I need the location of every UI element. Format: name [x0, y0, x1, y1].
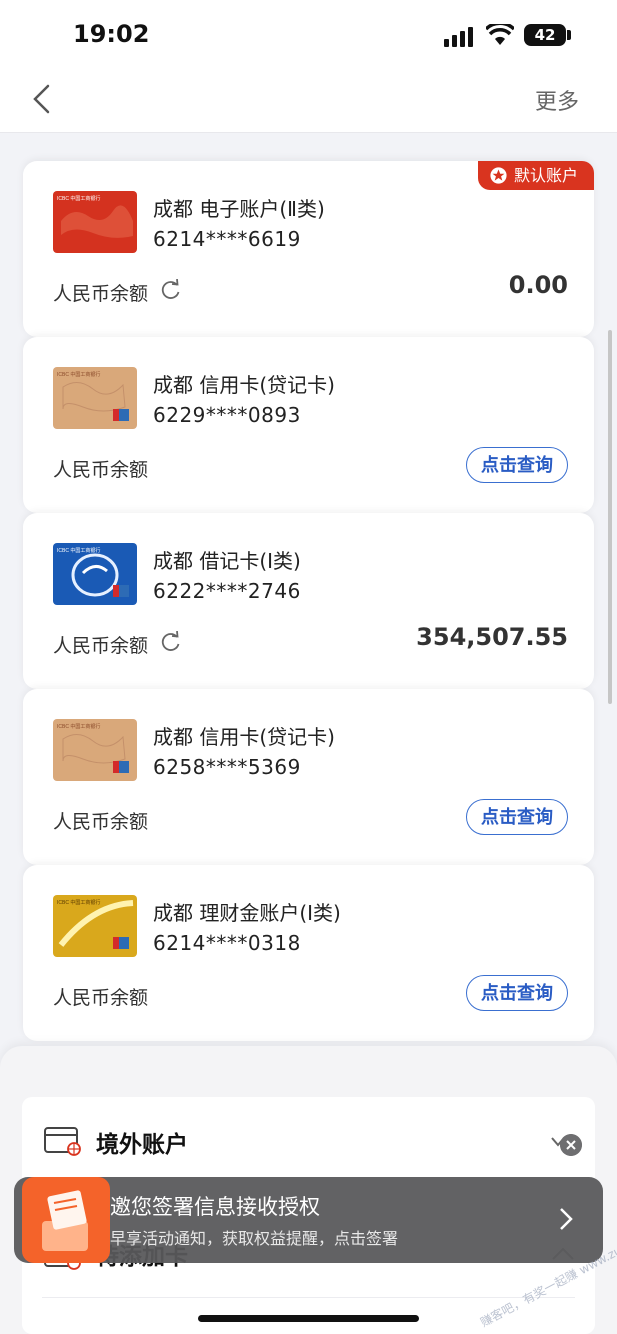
account-name: 成都 电子账户(Ⅱ类)	[153, 197, 325, 221]
balance-label: 人民币余额	[53, 987, 149, 1009]
chevron-right-icon[interactable]	[559, 1207, 573, 1231]
badge-label: 默认账户	[514, 166, 579, 185]
card-thumbnail: ICBC 中国工商银行	[53, 895, 137, 957]
account-name: 成都 信用卡(贷记卡)	[153, 373, 335, 397]
status-bar: 19:02 42	[0, 0, 617, 66]
wifi-icon	[486, 24, 514, 45]
query-balance-button[interactable]: 点击查询	[466, 447, 568, 483]
account-number: 6222****2746	[153, 579, 301, 603]
battery-indicator: 42	[524, 24, 566, 46]
default-account-badge: 默认账户	[478, 161, 594, 190]
query-balance-button[interactable]: 点击查询	[466, 799, 568, 835]
svg-text:ICBC 中国工商银行: ICBC 中国工商银行	[57, 371, 100, 378]
account-name: 成都 借记卡(Ⅰ类)	[153, 549, 301, 573]
account-number: 6229****0893	[153, 403, 301, 427]
svg-text:ICBC 中国工商银行: ICBC 中国工商银行	[57, 723, 100, 730]
battery-tip	[567, 30, 571, 40]
back-arrow-icon[interactable]	[28, 82, 58, 116]
card-globe-icon	[44, 1127, 81, 1156]
document-gift-icon	[22, 1177, 110, 1263]
account-name: 成都 信用卡(贷记卡)	[153, 725, 335, 749]
balance-label: 人民币余额	[53, 283, 149, 305]
banner-title: 邀您签署信息接收授权	[110, 1195, 320, 1219]
balance-value: 0.00	[508, 271, 568, 299]
nav-bar: 更多	[0, 66, 617, 133]
account-number: 6214****6619	[153, 227, 301, 251]
refresh-icon[interactable]	[161, 279, 181, 301]
query-balance-button[interactable]: 点击查询	[466, 975, 568, 1011]
account-number: 6214****0318	[153, 931, 301, 955]
home-indicator[interactable]	[198, 1315, 419, 1322]
balance-label: 人民币余额	[53, 635, 149, 657]
signal-icon	[444, 27, 473, 47]
star-icon	[490, 167, 507, 184]
card-thumbnail: ICBC 中国工商银行	[53, 543, 137, 605]
card-thumbnail: ICBC 中国工商银行	[53, 719, 137, 781]
account-card[interactable]: ICBC 中国工商银行 成都 借记卡(Ⅰ类) 6222****2746 人民币余…	[23, 513, 594, 689]
scrollbar[interactable]	[608, 330, 612, 704]
more-button[interactable]: 更多	[535, 84, 579, 116]
balance-value: 354,507.55	[416, 623, 568, 651]
close-icon[interactable]	[560, 1134, 582, 1156]
account-card[interactable]: 默认账户 ICBC 中国工商银行 成都 电子账户(Ⅱ类) 6214****661…	[23, 161, 594, 337]
svg-text:ICBC 中国工商银行: ICBC 中国工商银行	[57, 899, 100, 906]
account-name: 成都 理财金账户(Ⅰ类)	[153, 901, 341, 925]
refresh-icon[interactable]	[161, 631, 181, 653]
account-number: 6258****5369	[153, 755, 301, 779]
account-card[interactable]: ICBC 中国工商银行 成都 理财金账户(Ⅰ类) 6214****0318 人民…	[23, 865, 594, 1041]
status-time: 19:02	[73, 20, 150, 48]
card-thumbnail: ICBC 中国工商银行	[53, 191, 137, 253]
svg-text:ICBC 中国工商银行: ICBC 中国工商银行	[57, 195, 100, 202]
balance-label: 人民币余额	[53, 459, 149, 481]
account-card[interactable]: ICBC 中国工商银行 成都 信用卡(贷记卡) 6258****5369 人民币…	[23, 689, 594, 865]
divider	[42, 1297, 575, 1298]
balance-label: 人民币余额	[53, 811, 149, 833]
account-card[interactable]: ICBC 中国工商银行 成都 信用卡(贷记卡) 6229****0893 人民币…	[23, 337, 594, 513]
sign-authorization-banner[interactable]: 邀您签署信息接收授权 早享活动通知，获取权益提醒，点击签署	[14, 1177, 603, 1263]
overseas-accounts-title[interactable]: 境外账户	[96, 1125, 188, 1159]
card-thumbnail: ICBC 中国工商银行	[53, 367, 137, 429]
svg-text:ICBC 中国工商银行: ICBC 中国工商银行	[57, 547, 100, 554]
banner-subtitle: 早享活动通知，获取权益提醒，点击签署	[110, 1229, 399, 1248]
